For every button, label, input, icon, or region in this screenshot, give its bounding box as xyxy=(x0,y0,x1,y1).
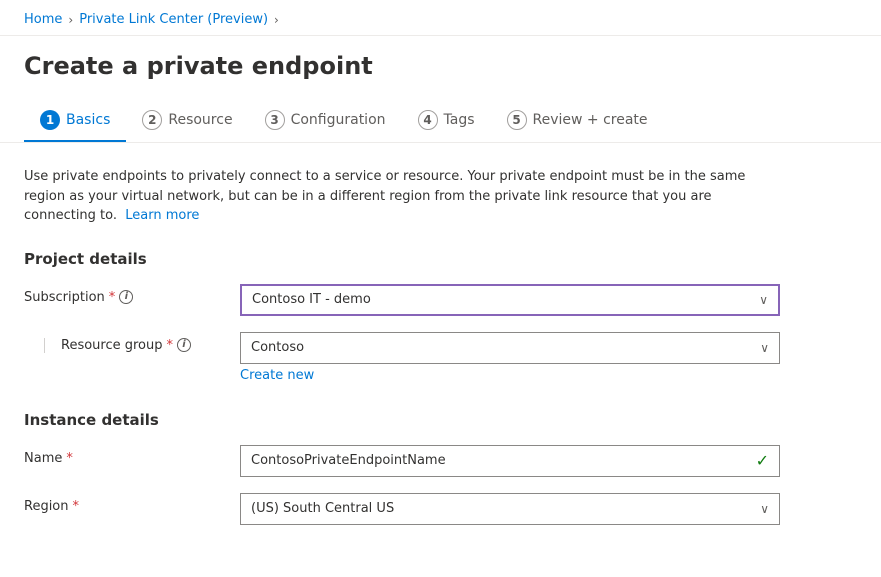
tab-number-1: 1 xyxy=(40,110,60,130)
name-required: * xyxy=(66,451,73,466)
resource-group-field-container: Contoso ∨ Create new xyxy=(240,332,780,383)
tab-basics[interactable]: 1 Basics xyxy=(24,100,126,142)
region-chevron-icon: ∨ xyxy=(760,502,769,516)
tab-label-basics: Basics xyxy=(66,112,110,128)
name-row: Name * ContosoPrivateEndpointName ✓ xyxy=(24,445,857,477)
region-value: (US) South Central US xyxy=(251,501,394,516)
tab-label-tags: Tags xyxy=(444,112,475,128)
project-details-title: Project details xyxy=(24,250,857,268)
page-title: Create a private endpoint xyxy=(24,52,857,80)
instance-details-section: Instance details Name * ContosoPrivateEn… xyxy=(24,411,857,525)
breadcrumb: Home › Private Link Center (Preview) › xyxy=(0,0,881,36)
resource-group-info-icon[interactable]: i xyxy=(177,338,191,352)
tab-label-configuration: Configuration xyxy=(291,112,386,128)
name-check-icon: ✓ xyxy=(756,451,769,470)
name-input[interactable]: ContosoPrivateEndpointName ✓ xyxy=(240,445,780,477)
subscription-label: Subscription * i xyxy=(24,290,224,305)
resource-group-row: Resource group * i Contoso ∨ Create new xyxy=(24,332,857,383)
tab-label-resource: Resource xyxy=(168,112,232,128)
tab-number-5: 5 xyxy=(507,110,527,130)
resource-group-required: * xyxy=(167,338,174,353)
subscription-chevron-icon: ∨ xyxy=(759,293,768,307)
create-new-link[interactable]: Create new xyxy=(240,368,780,383)
tab-number-4: 4 xyxy=(418,110,438,130)
region-row: Region * (US) South Central US ∨ xyxy=(24,493,857,525)
resource-group-indent: Resource group * i xyxy=(44,338,224,353)
main-content: Use private endpoints to privately conne… xyxy=(0,159,881,577)
tab-tags[interactable]: 4 Tags xyxy=(402,100,491,142)
tab-number-3: 3 xyxy=(265,110,285,130)
learn-more-link[interactable]: Learn more xyxy=(125,208,199,223)
subscription-row: Subscription * i Contoso IT - demo ∨ xyxy=(24,284,857,316)
description-text: Use private endpoints to privately conne… xyxy=(24,167,784,226)
resource-group-chevron-icon: ∨ xyxy=(760,341,769,355)
resource-group-label: Resource group * i xyxy=(61,338,224,353)
subscription-field-container: Contoso IT - demo ∨ xyxy=(240,284,780,316)
region-required: * xyxy=(73,499,80,514)
region-select[interactable]: (US) South Central US ∨ xyxy=(240,493,780,525)
subscription-info-icon[interactable]: i xyxy=(119,290,133,304)
tab-review-create[interactable]: 5 Review + create xyxy=(491,100,664,142)
project-details-section: Project details Subscription * i Contoso… xyxy=(24,250,857,383)
breadcrumb-home[interactable]: Home xyxy=(24,12,62,27)
tab-number-2: 2 xyxy=(142,110,162,130)
name-label: Name * xyxy=(24,451,224,466)
tabs-container: 1 Basics 2 Resource 3 Configuration 4 Ta… xyxy=(0,100,881,143)
name-label-group: Name * xyxy=(24,445,224,466)
resource-group-value: Contoso xyxy=(251,340,304,355)
region-field-container: (US) South Central US ∨ xyxy=(240,493,780,525)
page-header: Create a private endpoint xyxy=(0,36,881,80)
region-label-group: Region * xyxy=(24,493,224,514)
subscription-required: * xyxy=(109,290,116,305)
name-value: ContosoPrivateEndpointName xyxy=(251,453,446,468)
name-field-container: ContosoPrivateEndpointName ✓ xyxy=(240,445,780,477)
subscription-select[interactable]: Contoso IT - demo ∨ xyxy=(240,284,780,316)
region-label: Region * xyxy=(24,499,224,514)
breadcrumb-separator-1: › xyxy=(68,13,73,27)
tab-label-review-create: Review + create xyxy=(533,112,648,128)
breadcrumb-private-link[interactable]: Private Link Center (Preview) xyxy=(79,12,268,27)
subscription-value: Contoso IT - demo xyxy=(252,292,371,307)
breadcrumb-separator-2: › xyxy=(274,13,279,27)
tab-resource[interactable]: 2 Resource xyxy=(126,100,248,142)
resource-group-label-group: Resource group * i xyxy=(24,332,224,353)
instance-details-title: Instance details xyxy=(24,411,857,429)
tab-configuration[interactable]: 3 Configuration xyxy=(249,100,402,142)
subscription-label-group: Subscription * i xyxy=(24,284,224,305)
resource-group-select[interactable]: Contoso ∨ xyxy=(240,332,780,364)
